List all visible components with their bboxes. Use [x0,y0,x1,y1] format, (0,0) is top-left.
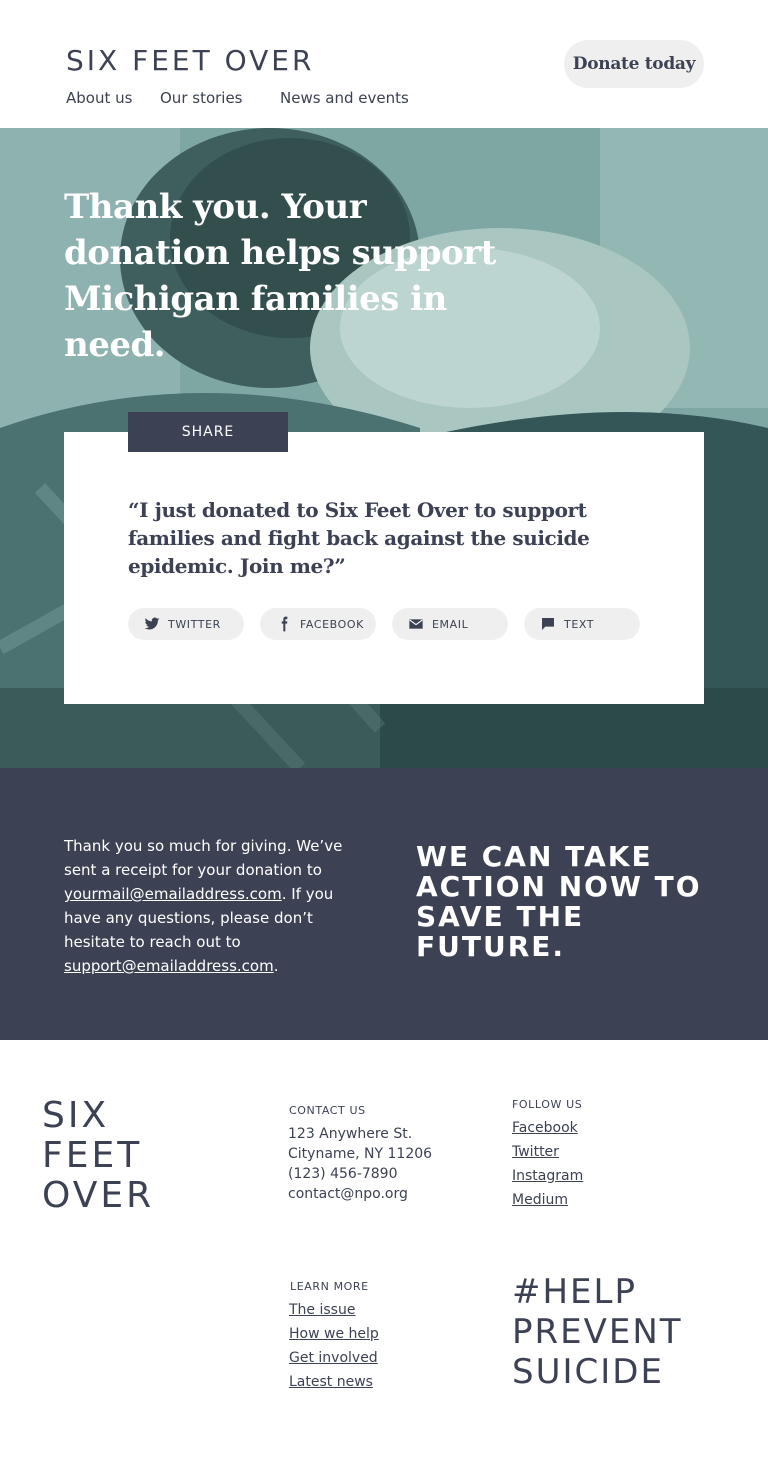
hashtag-line: #HELP [512,1272,637,1312]
hashtag-slogan: #HELP PREVENT SUICIDE [512,1272,752,1392]
contact-phone: (123) 456-7890 [288,1166,398,1182]
hashtag-line: SUICIDE [512,1352,664,1392]
nav-news-and-events[interactable]: News and events [280,89,409,107]
share-facebook-button[interactable]: FACEBOOK [260,608,376,640]
share-card: “I just donated to Six Feet Over to supp… [64,432,704,704]
facebook-icon [281,616,288,632]
footer-logo-line: SIX [42,1095,110,1136]
share-tab: SHARE [128,412,288,452]
twitter-icon [144,617,160,630]
site-logo[interactable]: SIX FEET OVER [66,44,314,77]
footer-logo-line: OVER [42,1175,155,1216]
nav-about-us[interactable]: About us [66,89,132,107]
receipt-email-link[interactable]: yourmail@emailaddress.com [64,885,282,903]
contact-city-line: Cityname, NY 11206 [288,1146,433,1162]
receipt-text-3: . [273,957,279,975]
share-facebook-label: FACEBOOK [300,617,364,631]
follow-medium-link[interactable]: Medium [512,1192,568,1208]
share-text-label: TEXT [564,617,595,631]
footer-logo-line: FEET [42,1135,143,1176]
action-slogan: WE CAN TAKE ACTION NOW TO SAVE THE FUTUR… [416,840,702,963]
footer-logo[interactable]: SIX FEET OVER [42,1096,222,1216]
contact-title: CONTACT US [289,1104,366,1117]
contact-email: contact@npo.org [288,1186,408,1202]
support-email-link[interactable]: support@emailaddress.com [64,957,274,975]
contact-address-line: 123 Anywhere St. [288,1126,413,1142]
share-twitter-label: TWITTER [168,617,221,631]
thank-you-band: Thank you so much for giving. We’ve sent… [0,768,768,1040]
share-quote: “I just donated to Six Feet Over to supp… [128,498,590,578]
hero-section: Thank you. Your donation helps support M… [0,128,768,768]
text-icon [542,618,554,630]
receipt-text-1: Thank you so much for giving. We’ve sent… [64,837,343,879]
share-text-button[interactable]: TEXT [524,608,640,640]
receipt-message: Thank you so much for giving. We’ve sent… [64,834,344,978]
hero-title: Thank you. Your donation helps support M… [64,187,496,365]
learn-get-involved-link[interactable]: Get involved [289,1350,378,1366]
site-header: SIX FEET OVER About us Our stories News … [0,0,768,128]
learn-more-title: LEARN MORE [290,1280,369,1293]
donate-today-button[interactable]: Donate today [564,40,704,88]
share-email-label: EMAIL [432,617,469,631]
learn-how-we-help-link[interactable]: How we help [289,1326,379,1342]
follow-instagram-link[interactable]: Instagram [512,1168,583,1184]
learn-the-issue-link[interactable]: The issue [289,1302,355,1318]
learn-latest-news-link[interactable]: Latest news [289,1374,373,1390]
follow-title: FOLLOW US [512,1098,583,1111]
email-icon [409,619,423,629]
share-twitter-button[interactable]: TWITTER [128,608,244,640]
hashtag-line: PREVENT [512,1312,683,1352]
nav-our-stories[interactable]: Our stories [160,89,243,107]
follow-facebook-link[interactable]: Facebook [512,1120,578,1136]
follow-twitter-link[interactable]: Twitter [512,1144,559,1160]
share-email-button[interactable]: EMAIL [392,608,508,640]
